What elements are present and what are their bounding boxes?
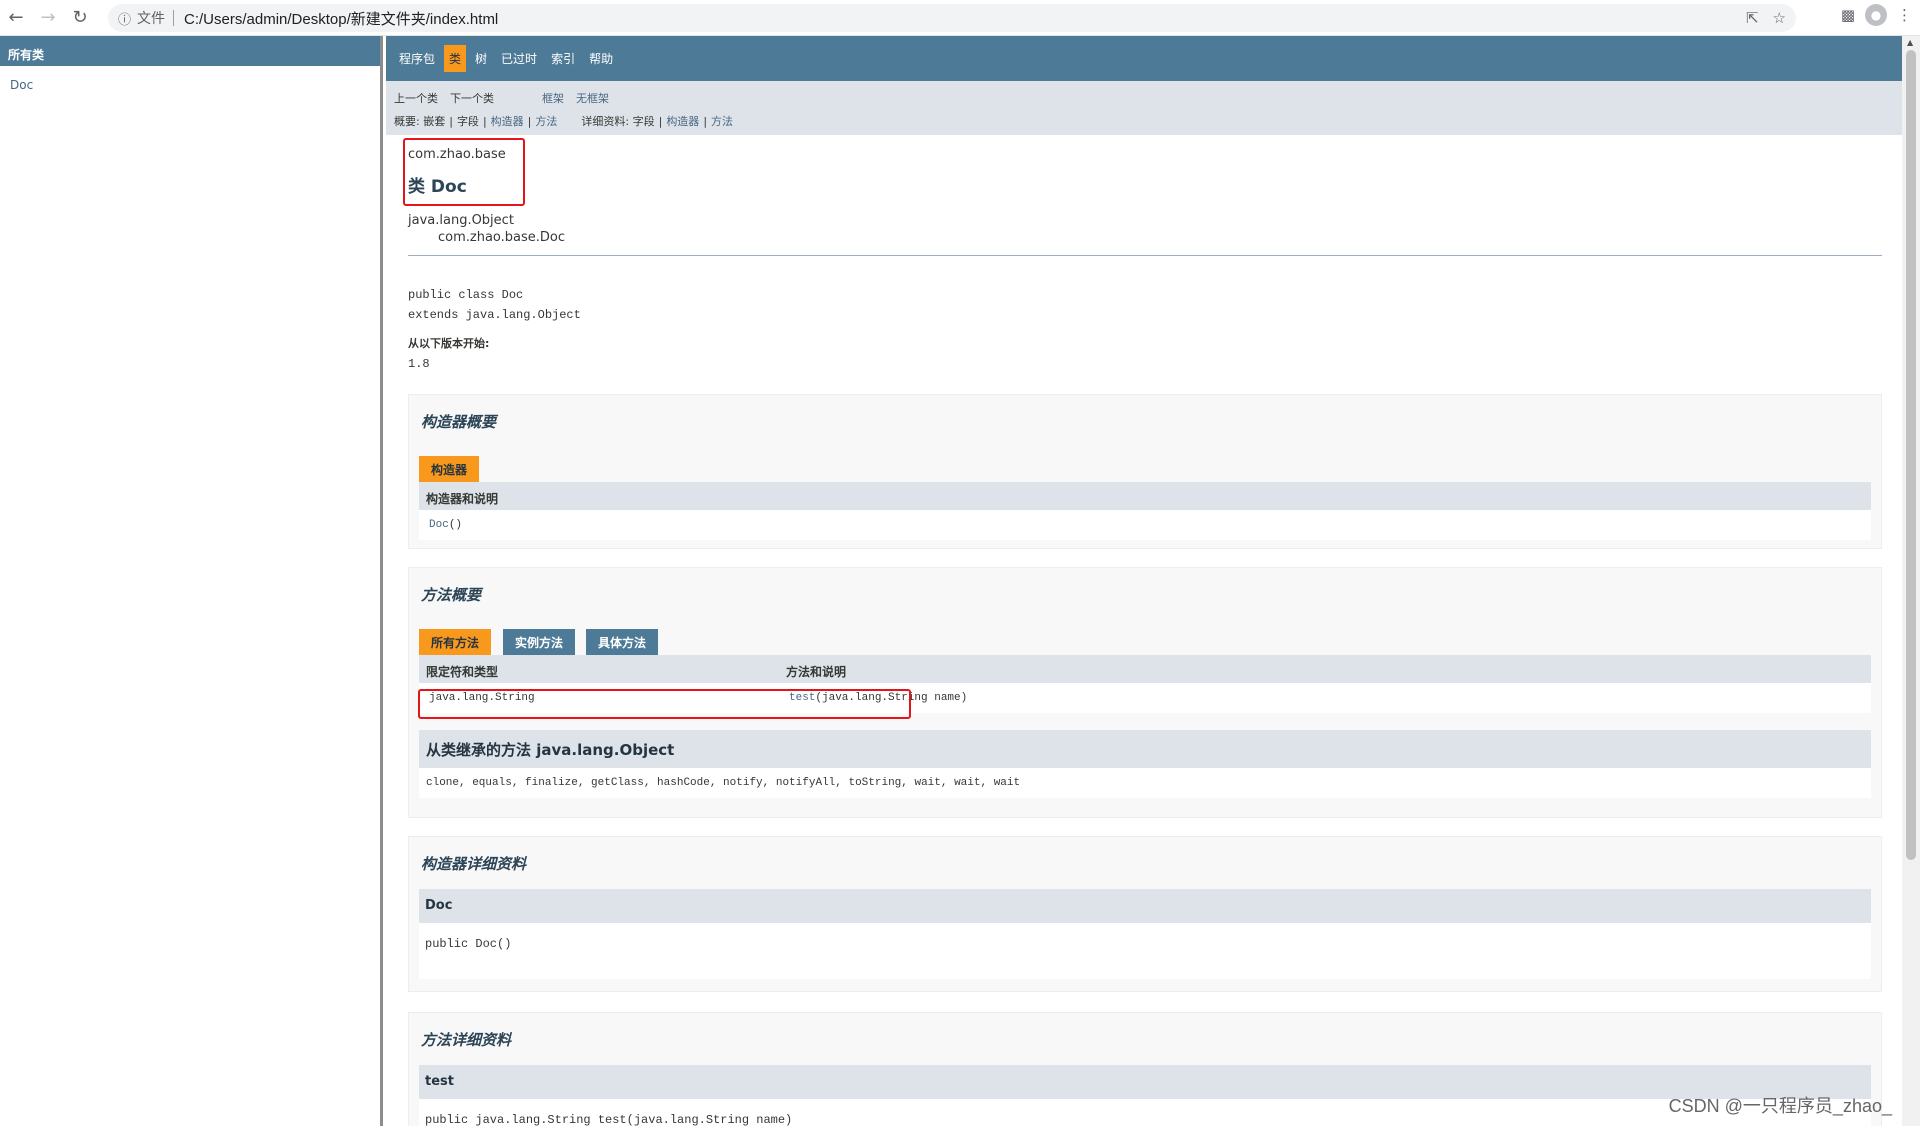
constructor-summary-title: 构造器概要 bbox=[421, 413, 497, 431]
class-link-doc[interactable]: Doc bbox=[10, 78, 33, 92]
constructor-params: () bbox=[448, 519, 463, 531]
class-header: com.zhao.base 类 Doc bbox=[408, 147, 506, 197]
summary-method-link[interactable]: 方法 bbox=[535, 113, 557, 129]
top-navbar: 程序包 类 树 已过时 索引 帮助 bbox=[386, 36, 1902, 81]
separator: | bbox=[527, 114, 532, 128]
header-divider bbox=[408, 255, 1882, 256]
all-classes-header: 所有类 bbox=[0, 36, 380, 66]
nav-deprecated[interactable]: 已过时 bbox=[496, 45, 542, 72]
detail-label: 详细资料: bbox=[581, 115, 630, 128]
method-detail-signature: public java.lang.String test(java.lang.S… bbox=[419, 1099, 1871, 1126]
share-icon[interactable]: ⇱ bbox=[1746, 9, 1759, 27]
inheritance-tree: java.lang.Object com.zhao.base.Doc bbox=[408, 213, 565, 245]
class-list: Doc bbox=[0, 66, 380, 104]
detail-field: 字段 bbox=[632, 115, 655, 128]
bookmark-star-icon[interactable]: ☆ bbox=[1773, 9, 1786, 27]
method-detail-name: test bbox=[419, 1065, 1871, 1099]
inherited-methods-header: 从类继承的方法 java.lang.Object bbox=[419, 730, 1871, 768]
nav-package[interactable]: 程序包 bbox=[394, 45, 440, 72]
header-modifier-type: 限定符和类型 bbox=[426, 665, 499, 679]
tab-all-methods[interactable]: 所有方法 bbox=[419, 629, 492, 655]
no-frames-link[interactable]: 无框架 bbox=[576, 90, 609, 106]
inheritance-parent: java.lang.Object bbox=[408, 213, 514, 228]
separator: | bbox=[482, 114, 487, 128]
separator: | bbox=[658, 114, 663, 128]
method-summary-title: 方法概要 bbox=[421, 586, 482, 604]
inheritance-child: com.zhao.base.Doc bbox=[438, 230, 566, 245]
detail-constructor-link[interactable]: 构造器 bbox=[666, 113, 699, 129]
class-doc-frame: 程序包 类 树 已过时 索引 帮助 上一个类 下一个类 框架 无框架 概要: 嵌… bbox=[386, 36, 1902, 1126]
signature-line-1: public class Doc bbox=[408, 288, 524, 302]
method-table-header: 限定符和类型 方法和说明 bbox=[419, 655, 1871, 683]
address-bar[interactable]: ⓘ 文件 C:/Users/admin/Desktop/新建文件夹/index.… bbox=[108, 4, 1796, 32]
inherited-methods-list: clone, equals, finalize, getClass, hashC… bbox=[419, 768, 1871, 798]
summary-label: 概要: bbox=[394, 115, 420, 128]
tab-concrete-methods[interactable]: 具体方法 bbox=[586, 629, 659, 655]
separator: | bbox=[703, 114, 708, 128]
scrollbar-thumb[interactable] bbox=[1906, 50, 1916, 860]
constructor-summary-block: 构造器概要 构造器 构造器和说明 Doc() bbox=[408, 394, 1882, 549]
sub-navbar: 上一个类 下一个类 框架 无框架 概要: 嵌套 | 字段 | 构造器 | 方法 … bbox=[386, 81, 1902, 135]
extensions-puzzle-icon[interactable]: ▩ bbox=[1841, 6, 1855, 24]
scheme-label: 文件 bbox=[137, 10, 166, 26]
constructor-link-doc[interactable]: Doc bbox=[429, 519, 449, 531]
browser-toolbar: ← → ↻ ⓘ 文件 C:/Users/admin/Desktop/新建文件夹/… bbox=[0, 0, 1920, 36]
prev-class-label: 上一个类 bbox=[394, 92, 438, 105]
info-icon[interactable]: ⓘ bbox=[118, 9, 131, 28]
separator: | bbox=[449, 114, 453, 128]
constructor-detail-block: 构造器详细资料 Doc public Doc() bbox=[408, 836, 1882, 992]
watermark: CSDN @一只程序员_zhao_ bbox=[1668, 1096, 1892, 1116]
since-label: 从以下版本开始: bbox=[408, 337, 490, 350]
nav-help[interactable]: 帮助 bbox=[584, 45, 618, 72]
omnibox-divider bbox=[173, 10, 175, 26]
signature-line-2: extends java.lang.Object bbox=[408, 308, 581, 322]
profile-avatar-icon[interactable]: ● bbox=[1865, 4, 1887, 26]
frames-link[interactable]: 框架 bbox=[542, 90, 564, 106]
next-class-label: 下一个类 bbox=[450, 92, 494, 105]
method-detail-block: 方法详细资料 test public java.lang.String test… bbox=[408, 1012, 1882, 1126]
method-detail-title: 方法详细资料 bbox=[421, 1031, 512, 1049]
constructor-detail-title: 构造器详细资料 bbox=[421, 855, 527, 873]
table-row: Doc() bbox=[419, 510, 1871, 540]
constructor-detail-name: Doc bbox=[419, 889, 1871, 923]
detail-method-link[interactable]: 方法 bbox=[711, 113, 733, 129]
nav-tree[interactable]: 树 bbox=[470, 45, 492, 72]
tab-instance-methods[interactable]: 实例方法 bbox=[503, 629, 576, 655]
scroll-up-arrow-icon[interactable]: ▲ bbox=[1907, 38, 1913, 47]
tab-constructors: 构造器 bbox=[419, 456, 480, 482]
constructor-header-label: 构造器和说明 bbox=[426, 492, 499, 506]
package-name: com.zhao.base bbox=[408, 147, 506, 162]
summary-nested: 嵌套 bbox=[423, 115, 446, 128]
reload-icon[interactable]: ↻ bbox=[64, 2, 96, 34]
since-value: 1.8 bbox=[408, 357, 430, 371]
summary-field: 字段 bbox=[456, 115, 479, 128]
nav-index[interactable]: 索引 bbox=[546, 45, 580, 72]
all-classes-frame: 所有类 Doc bbox=[0, 36, 383, 1126]
header-method-description: 方法和说明 bbox=[786, 665, 847, 679]
nav-class: 类 bbox=[444, 45, 467, 72]
vertical-scrollbar[interactable]: ▲ bbox=[1902, 36, 1920, 1126]
forward-arrow-icon[interactable]: → bbox=[32, 2, 64, 34]
url-text[interactable]: C:/Users/admin/Desktop/新建文件夹/index.html bbox=[184, 8, 498, 29]
class-title: 类 Doc bbox=[408, 177, 467, 197]
more-menu-icon[interactable]: ⋮ bbox=[1897, 6, 1912, 24]
back-arrow-icon[interactable]: ← bbox=[0, 2, 32, 34]
summary-constructor-link[interactable]: 构造器 bbox=[491, 113, 524, 129]
constructor-table-header: 构造器和说明 bbox=[419, 482, 1871, 510]
class-signature: public class Doc extends java.lang.Objec… bbox=[408, 285, 581, 325]
highlight-box-method-row bbox=[418, 689, 911, 719]
constructor-detail-signature: public Doc() bbox=[419, 923, 1871, 979]
